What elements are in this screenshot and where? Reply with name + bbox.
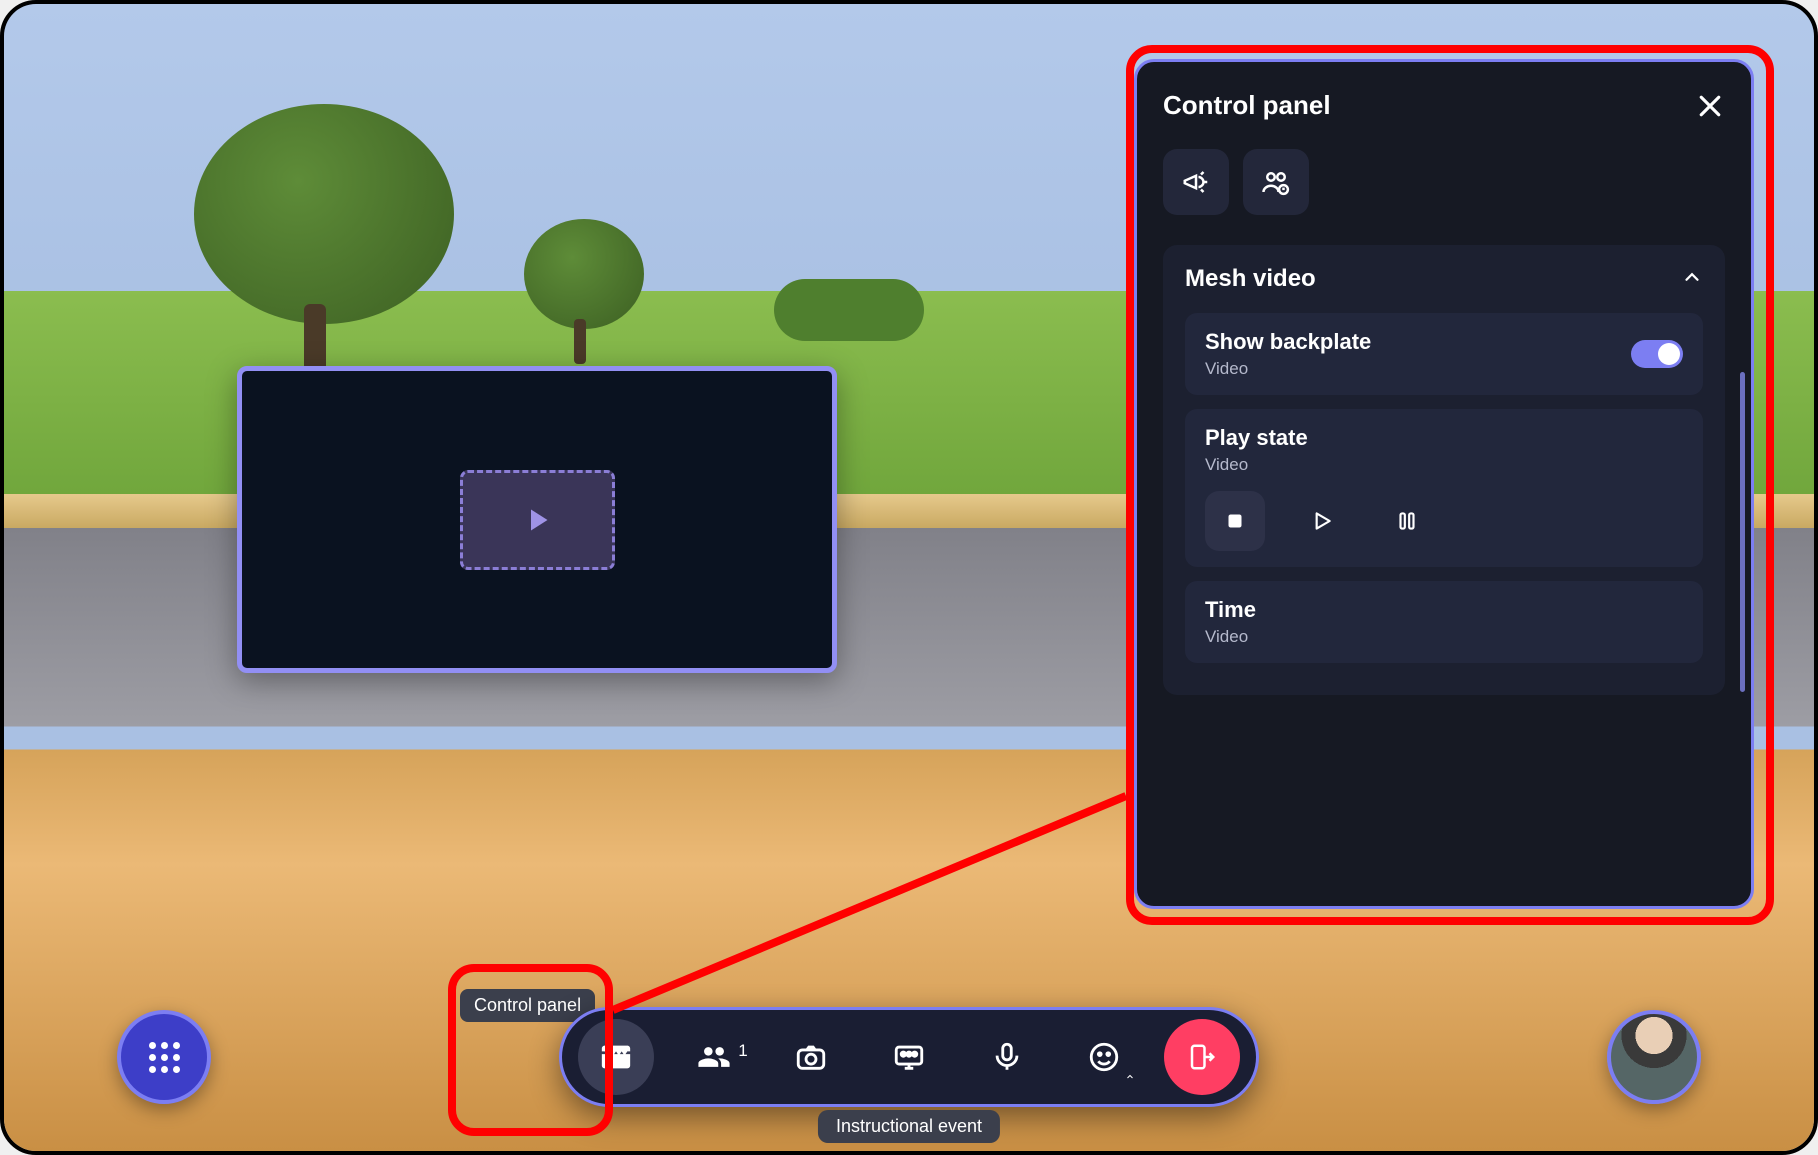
main-toolbar: 1 — [559, 1007, 1259, 1107]
backplate-toggle[interactable] — [1631, 340, 1683, 368]
chevron-up-icon — [1124, 1071, 1136, 1083]
camera-icon — [794, 1040, 828, 1074]
emoji-icon — [1087, 1040, 1121, 1074]
setting-title: Play state — [1205, 425, 1683, 451]
time-setting: Time Video — [1185, 581, 1703, 663]
world-video-object[interactable] — [237, 366, 837, 673]
setting-title: Show backplate — [1205, 329, 1371, 355]
video-placeholder — [460, 470, 615, 570]
stop-button[interactable] — [1205, 491, 1265, 551]
leave-button[interactable] — [1164, 1019, 1240, 1095]
close-icon — [1695, 91, 1725, 121]
play-state-setting: Play state Video — [1185, 409, 1703, 567]
close-button[interactable] — [1695, 91, 1725, 121]
reactions-button[interactable] — [1066, 1019, 1142, 1095]
participants-button[interactable]: 1 — [676, 1019, 752, 1095]
setting-sub: Video — [1205, 455, 1683, 475]
section-heading: Mesh video — [1185, 265, 1316, 293]
setting-sub: Video — [1205, 359, 1371, 379]
clapperboard-icon — [599, 1040, 633, 1074]
stop-icon — [1222, 508, 1248, 534]
play-icon — [519, 502, 555, 538]
control-panel: Control panel Mesh video — [1134, 59, 1754, 909]
show-backplate-setting: Show backplate Video — [1185, 313, 1703, 395]
people-mute-icon — [1261, 167, 1291, 197]
leave-icon — [1187, 1042, 1217, 1072]
play-icon — [1308, 508, 1334, 534]
collapse-button[interactable] — [1681, 266, 1703, 293]
chevron-up-icon — [1681, 266, 1703, 288]
panel-title: Control panel — [1163, 90, 1331, 121]
camera-button[interactable] — [773, 1019, 849, 1095]
participants-count: 1 — [738, 1041, 747, 1061]
scrollbar[interactable] — [1740, 372, 1745, 692]
mesh-video-section: Mesh video Show backplate Video — [1163, 245, 1725, 695]
people-icon — [697, 1040, 731, 1074]
share-button[interactable] — [871, 1019, 947, 1095]
setting-sub: Video — [1205, 627, 1683, 647]
pause-button[interactable] — [1377, 491, 1437, 551]
avatar-button[interactable] — [1607, 1010, 1701, 1104]
control-panel-button[interactable] — [578, 1019, 654, 1095]
grid-icon — [149, 1042, 180, 1073]
mute-all-button[interactable] — [1243, 149, 1309, 215]
tooltip-control-panel: Control panel — [460, 989, 595, 1022]
pause-icon — [1394, 508, 1420, 534]
megaphone-button[interactable] — [1163, 149, 1229, 215]
share-screen-icon — [892, 1040, 926, 1074]
app-menu-button[interactable] — [117, 1010, 211, 1104]
event-label: Instructional event — [818, 1110, 1000, 1143]
setting-title: Time — [1205, 597, 1683, 623]
microphone-icon — [990, 1040, 1024, 1074]
play-button[interactable] — [1291, 491, 1351, 551]
megaphone-icon — [1181, 167, 1211, 197]
mic-button[interactable] — [969, 1019, 1045, 1095]
